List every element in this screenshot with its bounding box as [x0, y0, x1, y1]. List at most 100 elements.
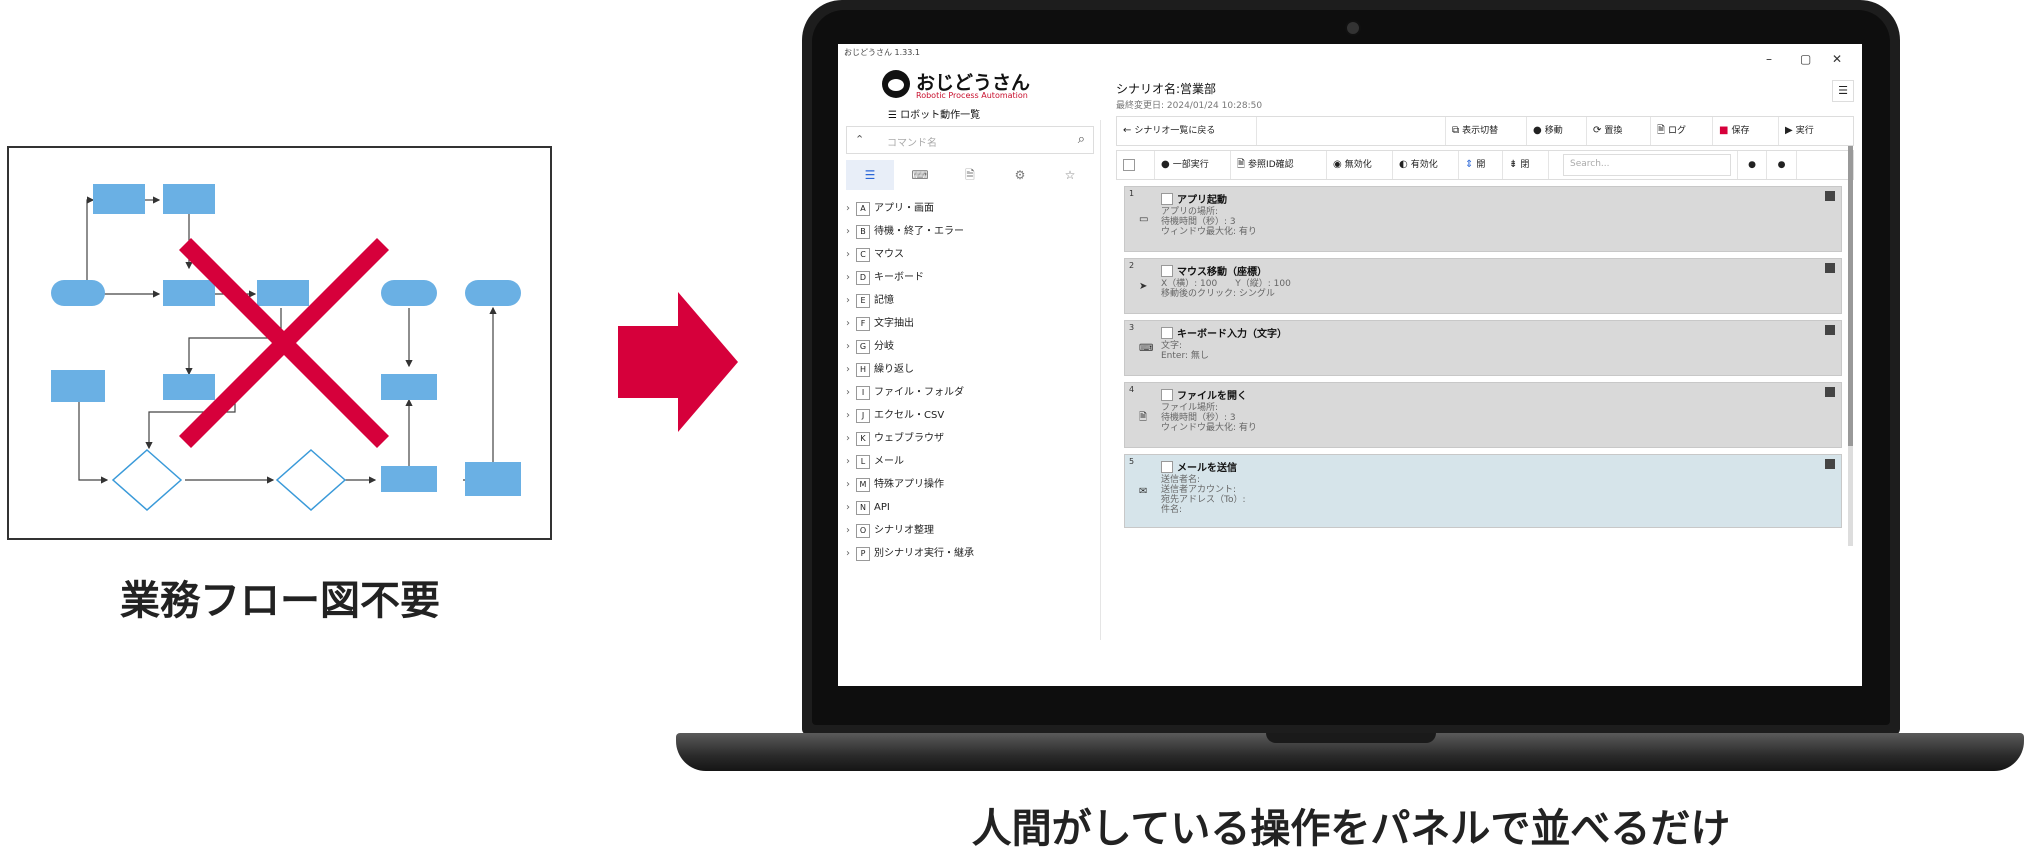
step-detail: 送信者名:	[1161, 475, 1201, 485]
replace-label: 置換	[1604, 126, 1623, 136]
run-button[interactable]: ▶ 実行	[1779, 117, 1853, 145]
menu-button[interactable]: ☰	[1832, 80, 1854, 102]
collapse-icon: ⇟	[1509, 159, 1518, 170]
category-key: G	[856, 340, 870, 354]
right-caption: 人間がしている操作をパネルで並べるだけ	[971, 806, 1731, 852]
step-card[interactable]: 4 ファイルを開く 🗎 ファイル場所: 待機時間（秒）: 3 ウィンドウ最大化: 有り	[1124, 382, 1842, 448]
tab-list[interactable]: ☰	[846, 160, 894, 190]
category-item[interactable]: › O シナリオ整理	[846, 519, 1094, 542]
category-label: 分岐	[874, 341, 894, 352]
display-icon: ⧉	[1452, 125, 1460, 136]
step-delete-icon[interactable]	[1825, 191, 1835, 201]
disable-button[interactable]: ◉ 無効化	[1327, 151, 1393, 179]
category-item[interactable]: › C マウス	[846, 243, 1094, 266]
step-card[interactable]: 3 キーボード入力（文字） ⌨ 文字: Enter: 無し	[1124, 320, 1842, 376]
command-search: ⌃ コマンド名 ⌕	[846, 126, 1094, 154]
step-checkbox[interactable]	[1161, 389, 1173, 401]
step-card[interactable]: 1 アプリ起動 ▭ アプリの場所: 待機時間（秒）: 3 ウィンドウ最大化: 有り	[1124, 186, 1842, 252]
camera-icon	[1345, 20, 1361, 36]
partial-run-button[interactable]: ● 一部実行	[1155, 151, 1231, 179]
step-delete-icon[interactable]	[1825, 387, 1835, 397]
category-item[interactable]: › N API	[846, 496, 1094, 519]
category-label: シナリオ整理	[874, 525, 934, 536]
category-item[interactable]: › M 特殊アプリ操作	[846, 473, 1094, 496]
tab-favorite[interactable]: ☆	[1046, 160, 1094, 190]
category-item[interactable]: › A アプリ・画面	[846, 197, 1094, 220]
category-label: 特殊アプリ操作	[874, 479, 944, 490]
partial-run-label: 一部実行	[1172, 160, 1209, 170]
category-item[interactable]: › H 繰り返し	[846, 358, 1094, 381]
move-button[interactable]: ● 移動	[1527, 117, 1587, 145]
tab-keyboard[interactable]: ⌨	[896, 160, 944, 190]
step-title: メールを送信	[1177, 463, 1237, 474]
step-checkbox[interactable]	[1161, 265, 1173, 277]
category-item[interactable]: › J エクセル・CSV	[846, 404, 1094, 427]
expand-label: 開	[1476, 160, 1486, 170]
scenario-name: シナリオ名:営業部	[1116, 82, 1217, 96]
star-icon: ☆	[1064, 168, 1076, 182]
category-item[interactable]: › G 分岐	[846, 335, 1094, 358]
save-button[interactable]: ■ 保存	[1713, 117, 1779, 145]
chevron-right-icon: ›	[846, 410, 850, 421]
category-label: エクセル・CSV	[874, 410, 945, 421]
category-label: API	[874, 502, 890, 513]
category-item[interactable]: › F 文字抽出	[846, 312, 1094, 335]
back-to-list-button[interactable]: ← シナリオ一覧に戻る	[1117, 117, 1257, 145]
step-number: 5	[1129, 457, 1135, 466]
ref-check-button[interactable]: 🗎 参照ID確認	[1231, 151, 1327, 179]
expand-button[interactable]: ⇕ 開	[1459, 151, 1503, 179]
refresh-icon: ⟳	[1593, 125, 1602, 136]
scrollbar-thumb[interactable]	[1848, 146, 1853, 446]
collapse-icon[interactable]: ⌃	[855, 133, 864, 146]
display-toggle-button[interactable]: ⧉ 表示切替	[1445, 117, 1527, 145]
category-label: 別シナリオ実行・継承	[874, 548, 974, 559]
enable-button[interactable]: ◐ 有効化	[1393, 151, 1459, 179]
cursor-icon: ➤	[1139, 281, 1148, 292]
step-title: キーボード入力（文字）	[1177, 329, 1287, 340]
category-item[interactable]: › B 待機・終了・エラー	[846, 220, 1094, 243]
category-item[interactable]: › P 別シナリオ実行・継承	[846, 542, 1094, 565]
category-item[interactable]: › D キーボード	[846, 266, 1094, 289]
category-item[interactable]: › E 記憶	[846, 289, 1094, 312]
close-button[interactable]: ✕	[1832, 52, 1842, 66]
search-icon[interactable]: ⌕	[1078, 132, 1085, 147]
step-number: 2	[1129, 261, 1135, 270]
minimize-button[interactable]: –	[1766, 52, 1772, 66]
step-delete-icon[interactable]	[1825, 325, 1835, 335]
step-card[interactable]: 5 メールを送信 ✉ 送信者名: 送信者アカウント: 宛先アドレス（To）: 件名:	[1124, 454, 1842, 528]
chevron-right-icon: ›	[846, 295, 850, 306]
chevron-right-icon: ›	[846, 479, 850, 490]
category-item[interactable]: › I ファイル・フォルダ	[846, 381, 1094, 404]
step-checkbox[interactable]	[1161, 327, 1173, 339]
step-card[interactable]: 2 マウス移動（座標） ➤ X（横）: 100 Y（縦）: 100 移動後のクリック: …	[1124, 258, 1842, 314]
select-all-checkbox[interactable]	[1117, 151, 1155, 179]
search-next-button[interactable]: ●	[1767, 151, 1797, 179]
log-button[interactable]: 🗎 ログ	[1651, 117, 1713, 145]
laptop-notch	[1266, 733, 1436, 743]
maximize-button[interactable]: ▢	[1800, 52, 1811, 66]
tab-gear[interactable]: ⚙	[996, 160, 1044, 190]
category-label: メール	[874, 456, 904, 467]
command-search-input[interactable]: コマンド名	[887, 134, 937, 149]
step-checkbox[interactable]	[1161, 193, 1173, 205]
collapse-button[interactable]: ⇟ 閉	[1503, 151, 1549, 179]
expand-icon: ⇕	[1465, 159, 1474, 170]
toolbar-steps: ● 一部実行 🗎 参照ID確認 ◉ 無効化 ◐ 有効化 ⇕ 開 ⇟ 閉 Search... …	[1116, 150, 1854, 180]
tab-file[interactable]: 🗎	[946, 160, 994, 190]
category-key: F	[856, 317, 870, 331]
save-icon: ■	[1719, 125, 1729, 136]
step-delete-icon[interactable]	[1825, 459, 1835, 469]
step-search-input[interactable]: Search...	[1563, 154, 1731, 176]
search-prev-button[interactable]: ●	[1737, 151, 1767, 179]
category-item[interactable]: › K ウェブブラウザ	[846, 427, 1094, 450]
step-checkbox[interactable]	[1161, 461, 1173, 473]
replace-button[interactable]: ⟳ 置換	[1587, 117, 1651, 145]
category-item[interactable]: › L メール	[846, 450, 1094, 473]
category-key: C	[856, 248, 870, 262]
step-delete-icon[interactable]	[1825, 263, 1835, 273]
chevron-right-icon: ›	[846, 456, 850, 467]
step-detail: 文字:	[1161, 341, 1183, 351]
robot-list-title: ☰ ロボット動作一覧	[888, 106, 980, 121]
step-detail: 待機時間（秒）: 3	[1161, 217, 1236, 227]
category-tabs: ☰ ⌨ 🗎 ⚙ ☆	[846, 160, 1094, 190]
